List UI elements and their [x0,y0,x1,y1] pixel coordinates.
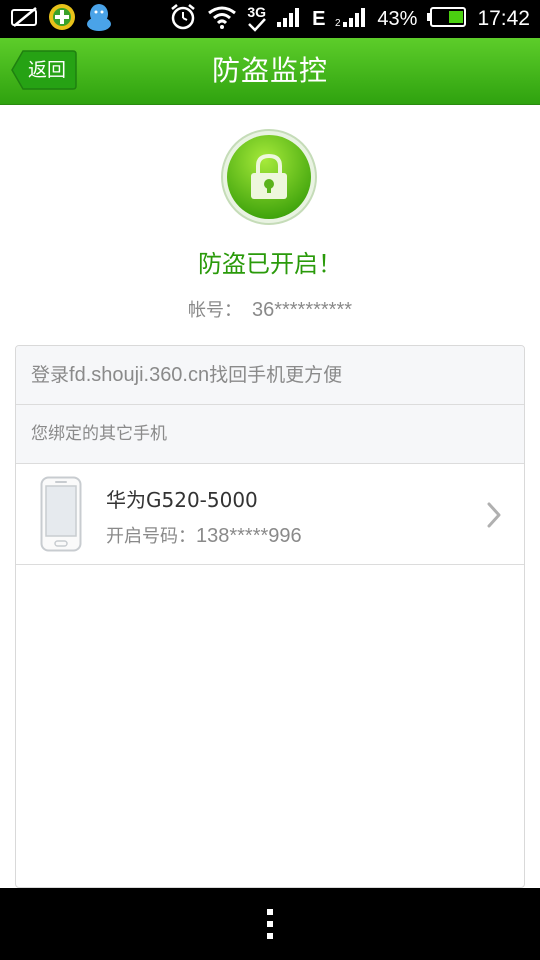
account-value: 36********** [251,299,353,321]
bound-phone-item[interactable]: 华为G520-5000 开启号码：138*****996 [16,464,524,565]
device-card: 登录fd.shouji.360.cn找回手机更方便 您绑定的其它手机 华为G52… [15,345,525,888]
chevron-right-icon [486,502,502,532]
back-button-label: 返回 [28,59,67,81]
status-bar: 3G E 2 43% 17:42 [0,0,540,38]
no-sim-icon [10,6,40,32]
clock: 17:42 [477,7,530,30]
page-title: 防盗监控 [211,54,328,87]
login-hint-link: fd.shouji.360.cn [69,364,210,386]
360-security-icon [48,3,76,35]
3g-icon: 3G [247,4,267,32]
phone-name: 华为G520-5000 [106,488,258,512]
qq-icon [84,2,114,36]
phone-number-value: 138*****996 [196,525,302,547]
lock-icon [220,128,318,226]
signal-icon [276,6,302,32]
phone-number-label: 开启号码： [106,526,196,547]
alarm-icon [169,3,197,35]
navigation-bar [0,888,540,960]
title-bar: 防盗监控 返回 [0,38,540,105]
signal-2-icon: 2 [335,6,367,32]
menu-icon[interactable] [264,908,276,944]
back-button[interactable]: 返回 [11,50,77,90]
protection-status: 防盗已开启！ [198,250,342,278]
battery-percent: 43% [377,7,418,30]
account-label: 帐号： [187,300,242,321]
bound-section-header: 您绑定的其它手机 [16,405,524,464]
battery-icon [427,7,467,31]
smartphone-icon [40,476,82,556]
phone-number: 开启号码：138*****996 [106,522,302,548]
3g-label: 3G [247,4,267,20]
wifi-icon [207,5,237,33]
login-hint-row[interactable]: 登录fd.shouji.360.cn找回手机更方便 [16,346,524,405]
account-info: 帐号： 36********** [0,296,540,322]
login-hint-suffix: 找回手机更方便 [209,364,343,386]
login-hint-prefix: 登录 [31,364,70,386]
svg-text:2: 2 [335,18,341,28]
edge-label: E [312,7,326,30]
